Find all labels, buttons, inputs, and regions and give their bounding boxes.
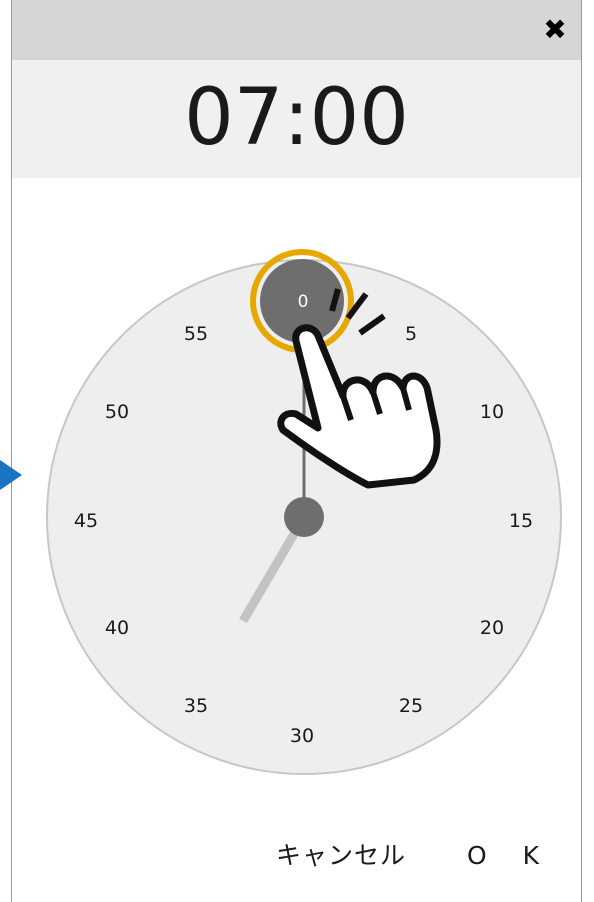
clock-overlay: 0 5 10 15 20 25 30 35 40 45 50 55 [0, 249, 562, 775]
arrow-right-icon [0, 460, 22, 490]
minute-label-55: 55 [184, 323, 208, 345]
minute-label-50: 50 [105, 401, 129, 423]
minute-label-0: 0 [298, 292, 309, 312]
minute-label-25: 25 [399, 695, 423, 717]
minute-label-15: 15 [509, 510, 533, 532]
minute-label-30: 30 [290, 725, 314, 747]
minute-label-5: 5 [405, 323, 417, 345]
minute-label-45: 45 [74, 510, 98, 532]
clock-center [284, 497, 324, 537]
minute-label-20: 20 [480, 617, 504, 639]
minute-label-35: 35 [184, 695, 208, 717]
minute-label-10: 10 [480, 401, 504, 423]
minute-label-40: 40 [105, 617, 129, 639]
